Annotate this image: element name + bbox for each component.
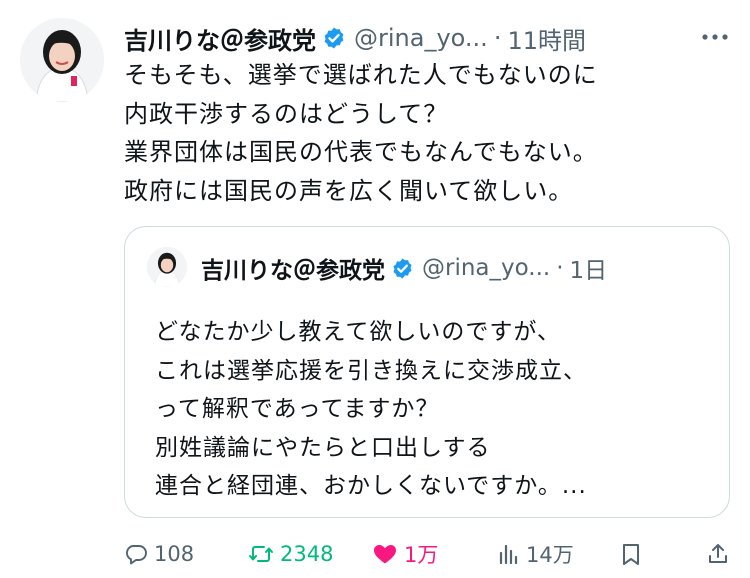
more-icon[interactable] xyxy=(698,22,732,52)
tweet-header: 吉川りな＠参政党 @rina_yo... · 11時間 xyxy=(124,20,730,56)
tweet-line: 政府には国民の声を広く聞いて欲しい。 xyxy=(124,176,574,205)
quoted-handle: @rina_yo... xyxy=(422,255,551,281)
quoted-line: これは選挙応援を引き換えに交渉成立、 xyxy=(155,357,587,384)
verified-badge-icon xyxy=(391,257,414,280)
quoted-line: って解釈であってますか？ xyxy=(155,396,440,422)
tweet-line: そもそも、選挙で選ばれた人でもないのに xyxy=(124,61,598,89)
retweet-icon xyxy=(248,542,274,566)
verified-badge-icon xyxy=(322,26,346,50)
like-icon xyxy=(372,542,398,566)
separator-dot: · xyxy=(493,24,502,52)
tweet-time[interactable]: 11時間 xyxy=(507,21,586,56)
quoted-time: 1日 xyxy=(569,258,608,284)
views-count: 14万 xyxy=(526,543,574,567)
views-button[interactable]: 14万 xyxy=(498,536,574,572)
quoted-line: 別姓議論にやたらと口出しする xyxy=(155,434,491,461)
share-button[interactable] xyxy=(706,536,730,572)
quoted-avatar xyxy=(147,247,187,287)
quoted-header: 吉川りな＠参政党 @rina_yo... · 1日 xyxy=(201,251,709,285)
views-icon xyxy=(498,542,520,566)
tweet-text: そもそも、選挙で選ばれた人でもないのに 内政干渉するのはどうして？ 業界団体は国… xyxy=(124,56,726,210)
quoted-tweet[interactable]: 吉川りな＠参政党 @rina_yo... · 1日 どなたか少し教えて欲しいので… xyxy=(124,226,730,518)
author-handle[interactable]: @rina_yo... xyxy=(354,24,488,52)
retweet-count: 2348 xyxy=(280,542,334,566)
action-bar: 108 2348 1万 14万 xyxy=(124,536,734,572)
reply-count: 108 xyxy=(154,542,195,566)
share-icon xyxy=(706,542,730,566)
quoted-line: どなたか少し教えて欲しいのですが、 xyxy=(155,319,561,345)
like-button[interactable]: 1万 xyxy=(372,536,438,572)
reply-button[interactable]: 108 xyxy=(124,536,194,572)
tweet-line: 業界団体は国民の代表でもなんでもない。 xyxy=(124,138,598,166)
like-count: 1万 xyxy=(404,543,439,567)
separator-dot: · xyxy=(556,255,564,281)
quoted-author-name: 吉川りな＠参政党 xyxy=(201,258,385,284)
quoted-line: 連合と経団連、おかしくないですか。... xyxy=(155,473,587,499)
author-name[interactable]: 吉川りな＠参政党 xyxy=(124,21,316,56)
reply-icon xyxy=(124,542,148,566)
retweet-button[interactable]: 2348 xyxy=(248,536,333,572)
tweet-line: 内政干渉するのはどうして？ xyxy=(124,99,449,128)
bookmark-icon xyxy=(620,542,642,566)
bookmark-button[interactable] xyxy=(620,536,642,572)
avatar[interactable] xyxy=(20,18,104,102)
quoted-text: どなたか少し教えて欲しいのですが、 これは選挙応援を引き換えに交渉成立、 って解… xyxy=(155,313,713,506)
